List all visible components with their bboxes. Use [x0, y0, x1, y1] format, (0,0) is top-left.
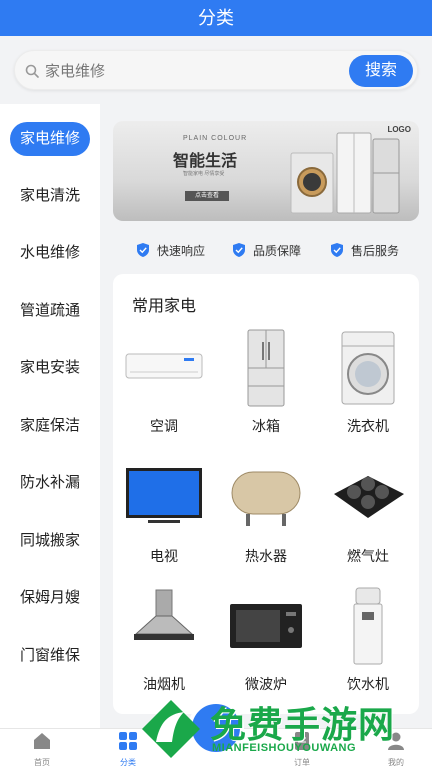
search-box[interactable]: 搜索 — [14, 50, 418, 90]
feature-after-sales: 售后服务 — [331, 240, 399, 260]
feature-quality: 品质保障 — [233, 240, 301, 260]
refrigerator-icon — [247, 329, 285, 407]
service-features: 快速响应 品质保障 售后服务 — [113, 236, 419, 264]
banner-desc: 智能家电 尽情享受 — [183, 171, 225, 177]
banner-button[interactable]: 点击查看 — [185, 191, 229, 201]
feature-fast-response: 快速响应 — [137, 240, 205, 260]
appliance-item-tv[interactable]: 电视 — [116, 458, 212, 578]
gas-stove-icon — [334, 476, 404, 518]
water-heater-icon — [231, 471, 301, 526]
sidebar-item-house-cleaning[interactable]: 家庭保洁 — [10, 409, 90, 443]
shield-check-icon — [331, 243, 343, 257]
sidebar-item-nanny[interactable]: 保姆月嫂 — [10, 581, 90, 615]
appliance-item-washing-machine[interactable]: 洗衣机 — [320, 328, 416, 448]
appliance-label: 饮水机 — [347, 676, 389, 692]
appliance-card: 常用家电 空调 冰箱 洗衣机 电视 热水器 燃气灶 油烟机 微波炉 饮水机 — [113, 274, 419, 714]
sidebar-item-door-window[interactable]: 门窗维保 — [10, 639, 90, 673]
search-bar-area: 搜索 — [0, 36, 432, 104]
banner-subtitle: PLAIN COLOUR — [183, 135, 248, 142]
appliance-label: 空调 — [150, 418, 178, 434]
banner-appliances-image — [290, 132, 400, 214]
search-input[interactable] — [45, 59, 345, 83]
appliance-item-range-hood[interactable]: 油烟机 — [116, 586, 212, 706]
washing-machine-icon — [341, 331, 395, 405]
sidebar-item-appliance-install[interactable]: 家电安装 — [10, 351, 90, 385]
page-title: 分类 — [0, 0, 432, 36]
section-title: 常用家电 — [132, 298, 197, 315]
appliance-label: 燃气灶 — [347, 548, 389, 564]
sidebar-item-appliance-repair[interactable]: 家电维修 — [10, 122, 90, 156]
appliance-label: 洗衣机 — [347, 418, 389, 434]
air-conditioner-icon — [125, 353, 203, 379]
search-button[interactable]: 搜索 — [349, 55, 413, 87]
sidebar-item-moving[interactable]: 同城搬家 — [10, 524, 90, 558]
watermark-text: 免费手游网 — [210, 705, 396, 746]
appliance-item-gas-stove[interactable]: 燃气灶 — [320, 458, 416, 578]
home-icon — [34, 733, 50, 749]
range-hood-icon — [134, 589, 194, 640]
appliance-label: 油烟机 — [143, 676, 185, 692]
shield-check-icon — [137, 243, 149, 257]
appliance-label: 冰箱 — [252, 418, 280, 434]
banner-title: 智能生活 — [173, 151, 238, 170]
promo-banner[interactable]: LOGO PLAIN COLOUR 智能生活 智能家电 尽情享受 点击查看 — [113, 121, 419, 221]
search-icon — [25, 64, 39, 78]
category-icon — [119, 732, 137, 750]
appliance-label: 电视 — [150, 548, 178, 564]
appliance-item-water-dispenser[interactable]: 饮水机 — [320, 586, 416, 706]
sidebar-item-plumbing-electrical[interactable]: 水电维修 — [10, 236, 90, 270]
shield-check-icon — [233, 243, 245, 257]
watermark-subtext: MIANFEISHOUYOUWANG — [212, 742, 357, 754]
feature-label: 售后服务 — [351, 243, 400, 258]
microwave-icon — [230, 604, 302, 648]
appliance-item-water-heater[interactable]: 热水器 — [218, 458, 314, 578]
watermark: 免费手游网 MIANFEISHOUYOUWANG — [138, 696, 432, 768]
tab-home[interactable]: 首页 — [12, 729, 72, 768]
appliance-item-refrigerator[interactable]: 冰箱 — [218, 328, 314, 448]
feature-label: 品质保障 — [253, 243, 302, 258]
watermark-logo — [142, 700, 200, 758]
feature-label: 快速响应 — [157, 243, 206, 258]
tab-label: 首页 — [34, 758, 50, 767]
tv-icon — [126, 468, 202, 523]
sidebar-item-pipe-dredging[interactable]: 管道疏通 — [10, 294, 90, 328]
appliance-item-microwave[interactable]: 微波炉 — [218, 586, 314, 706]
category-sidebar: 家电维修 家电清洗 水电维修 管道疏通 家电安装 家庭保洁 防水补漏 同城搬家 … — [0, 104, 100, 728]
appliance-item-air-conditioner[interactable]: 空调 — [116, 328, 212, 448]
appliance-label: 微波炉 — [245, 676, 287, 692]
water-dispenser-icon — [353, 587, 383, 665]
sidebar-item-waterproofing[interactable]: 防水补漏 — [10, 466, 90, 500]
sidebar-item-appliance-cleaning[interactable]: 家电清洗 — [10, 179, 90, 213]
appliance-label: 热水器 — [245, 548, 287, 564]
